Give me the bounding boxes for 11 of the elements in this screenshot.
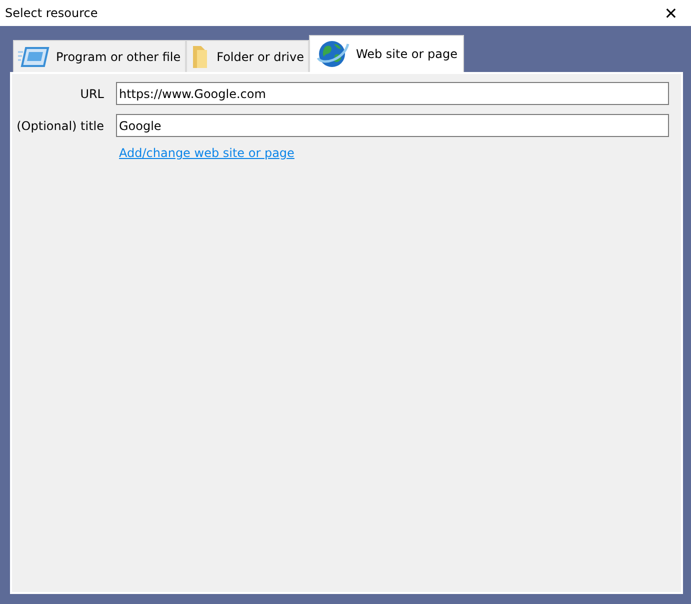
tab[interactable]: Program or other file [13,40,186,72]
tab[interactable]: Web site or page [308,35,464,72]
close-button[interactable]: ✕ [651,0,691,26]
input-field[interactable]: Google [116,114,669,137]
field-label: (Optional) title [16,118,104,132]
field-label: URL [79,86,104,100]
globe-icon [316,38,350,70]
tab[interactable]: Folder or drive [186,40,309,72]
window-title: Select resource [5,6,98,20]
window-icon [18,46,50,68]
input-field[interactable]: https://www.Google.com [116,82,669,105]
